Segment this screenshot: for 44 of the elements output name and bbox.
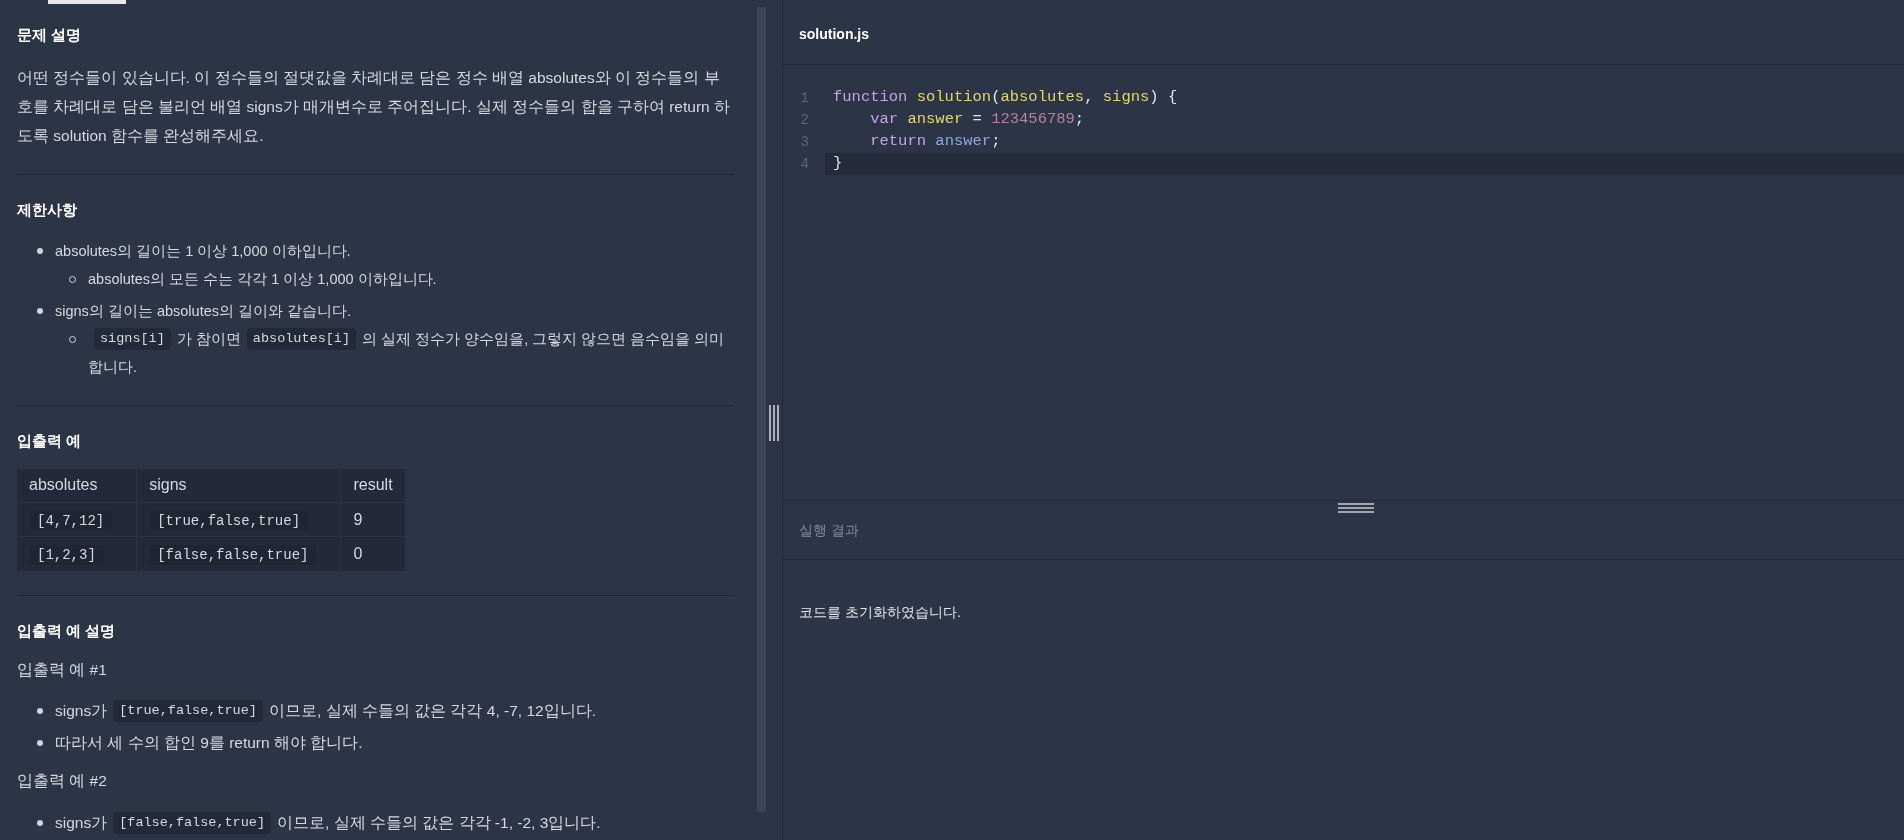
bullet-icon	[37, 308, 43, 314]
bullet-icon	[37, 248, 43, 254]
example-heading: 입출력 예 #1	[17, 660, 108, 680]
table-cell: 0	[353, 544, 363, 562]
section-heading: 제한사항	[17, 199, 78, 220]
list-text: 의 실제 정수가 양수임을, 그렇지 않으면 음수임을 의미	[362, 330, 725, 349]
table-cell: 9	[353, 510, 363, 528]
list-text: 합니다.	[88, 358, 138, 377]
list-text: absolutes의 길이는 1 이상 1,000 이하입니다.	[55, 242, 351, 261]
example-heading: 입출력 예 #2	[17, 771, 108, 792]
table-cell: [true,false,true]	[149, 510, 309, 531]
description-text: 어떤 정수들이 있습니다. 이 정수들의 절댓값을 차례대로 담은 정수 배열 absolutes와 이 정수들의 부호를 차례대로 담은 불리언 배열 signs가 매개변수로 주어집니다. 실제 정수들의 합을 구하여 return 하도록 solution 함수를 완성해주세요.	[17, 67, 731, 146]
inline-code: signs[i]	[94, 328, 171, 350]
section-heading: 문제 설명	[17, 25, 83, 45]
table-cell: [1,2,3]	[29, 544, 104, 565]
result-message: 코드를 초기화하였습니다.	[799, 604, 961, 620]
code-line: function solution(absolutes, signs) {	[832, 87, 1179, 109]
table-cell: [false,false,true]	[149, 544, 317, 565]
list-text: 이므로, 실제 수들의 값은 각각 4, -7, 12입니다.	[268, 701, 596, 722]
vertical-resize-handle-icon[interactable]	[769, 405, 779, 441]
bullet-icon	[37, 740, 43, 747]
horizontal-resize-handle-icon[interactable]	[1338, 503, 1374, 513]
list-text: 이므로, 실제 수들의 값은 각각 -1, -2, 3입니다.	[277, 812, 601, 833]
table-header-cell: result	[340, 468, 405, 503]
list-text: 따라서 세 수의 합인 9를 return 해야 합니다.	[55, 733, 363, 754]
inline-code: [true,false,true]	[113, 700, 263, 723]
file-tab-title[interactable]: solution.js	[799, 24, 869, 45]
bullet-icon	[37, 708, 43, 715]
bullet-icon	[37, 819, 43, 826]
inline-code: absolutes[i]	[246, 328, 357, 350]
list-text: signs의 길이는 absolutes의 길이와 같습니다.	[55, 302, 352, 321]
section-heading: 입출력 예	[17, 431, 83, 451]
table-header-cell: absolutes	[17, 468, 137, 503]
list-text: signs가	[55, 701, 108, 722]
section-heading: 입출력 예 설명	[17, 620, 117, 641]
list-text: absolutes의 모든 수는 각각 1 이상 1,000 이하입니다.	[88, 270, 437, 289]
table-header-cell: signs	[136, 468, 341, 503]
code-line: return answer;	[869, 131, 1002, 153]
list-text: 가 참이면	[176, 330, 241, 349]
result-title: 실행 결과	[799, 520, 859, 540]
code-line: var answer = 123456789;	[869, 109, 1086, 131]
table-cell: [4,7,12]	[29, 510, 113, 531]
list-text: signs가	[55, 812, 108, 833]
inline-code: [false,false,true]	[113, 811, 271, 834]
